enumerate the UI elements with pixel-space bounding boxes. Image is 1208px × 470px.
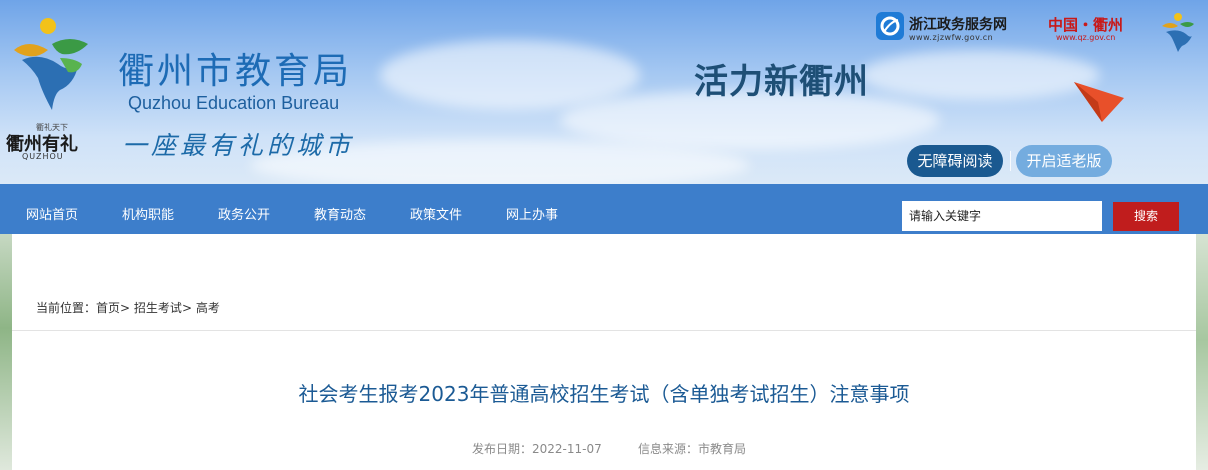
breadcrumb-home[interactable]: 首页 <box>96 301 120 315</box>
search-input[interactable] <box>902 201 1102 231</box>
vitality-slogan: 活力新衢州 <box>694 62 869 102</box>
paper-plane-icon <box>1074 82 1124 122</box>
zj-service-link[interactable]: 浙江政务服务网 www.zjzwfw.gov.cn <box>876 12 1026 46</box>
publish-date: 发布日期：2022-11-07 <box>472 442 602 456</box>
cloud-decoration <box>380 40 640 110</box>
nav-item-online-service[interactable]: 网上办事 <box>506 184 558 234</box>
nav-item-home[interactable]: 网站首页 <box>26 184 78 234</box>
breadcrumb: 当前位置：首页> 招生考试> 高考 <box>36 299 220 316</box>
side-background-left <box>0 234 12 470</box>
breadcrumb-separator: > <box>120 301 131 315</box>
side-background-right <box>1196 234 1208 470</box>
site-motto: 一座最有礼的城市 <box>122 131 355 160</box>
breadcrumb-prefix: 当前位置： <box>36 301 97 315</box>
nav-item-policy[interactable]: 政策文件 <box>410 184 462 234</box>
accessible-reading-button[interactable]: 无障碍阅读 <box>907 145 1003 177</box>
main-nav: 网站首页 机构职能 政务公开 教育动态 政策文件 网上办事 搜索 <box>0 184 1208 234</box>
cloud-decoration <box>860 50 1100 100</box>
qz-emblem-icon[interactable] <box>1160 12 1196 52</box>
site-title-en: Quzhou Education Bureau <box>128 93 340 113</box>
logo-city-en: QUZHOU <box>22 152 64 161</box>
article-panel: 当前位置：首页> 招生考试> 高考 社会考生报考2023年普通高校招生考试（含单… <box>12 234 1196 470</box>
header-button-divider <box>1010 151 1011 171</box>
qz-portal-url: www.qz.gov.cn <box>1056 33 1116 42</box>
breadcrumb-separator: > <box>181 301 192 315</box>
city-logo-icon[interactable] <box>8 14 90 118</box>
nav-item-gov-info[interactable]: 政务公开 <box>218 184 270 234</box>
nav-item-functions[interactable]: 机构职能 <box>122 184 174 234</box>
search-button[interactable]: 搜索 <box>1113 202 1179 231</box>
zj-service-name: 浙江政务服务网 <box>909 17 1007 33</box>
breadcrumb-section[interactable]: 招生考试 <box>134 301 182 315</box>
zj-service-url: www.zjzwfw.gov.cn <box>909 33 994 42</box>
info-source: 信息来源：市教育局 <box>638 442 747 456</box>
qz-portal-link[interactable]: 中国・衢州 www.qz.gov.cn <box>1048 12 1144 46</box>
elder-mode-button[interactable]: 开启适老版 <box>1016 145 1112 177</box>
article-title: 社会考生报考2023年普通高校招生考试（含单独考试招生）注意事项 <box>298 382 910 406</box>
nav-item-edu-news[interactable]: 教育动态 <box>314 184 366 234</box>
site-title[interactable]: 衢州市教育局 <box>118 42 352 94</box>
breadcrumb-divider <box>12 330 1196 331</box>
breadcrumb-current[interactable]: 高考 <box>196 301 220 315</box>
site-header: 衢礼天下 衢州有礼 QUZHOU 衢州市教育局 Quzhou Education… <box>0 0 1208 184</box>
zj-service-icon <box>876 12 904 40</box>
qz-portal-name: 中国・衢州 <box>1048 16 1124 34</box>
